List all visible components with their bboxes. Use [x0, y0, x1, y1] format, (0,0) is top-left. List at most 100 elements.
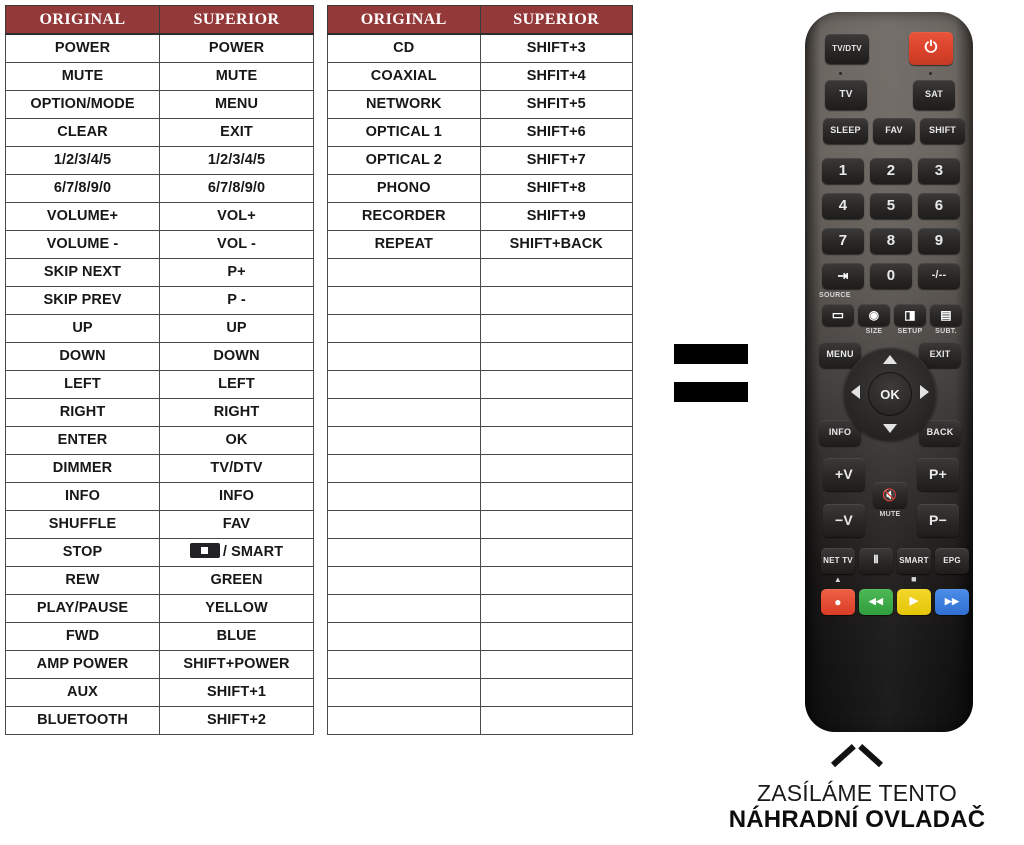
- button-size[interactable]: ◉: [858, 304, 890, 326]
- cell-original: [327, 678, 481, 707]
- button-rewind-green[interactable]: ◀◀: [859, 589, 893, 615]
- cell-superior: SHIFT+1: [159, 678, 314, 707]
- dpad[interactable]: OK: [844, 348, 936, 440]
- button-power[interactable]: ⏻: [909, 32, 953, 65]
- table-row: [327, 706, 633, 735]
- button-volume-up[interactable]: +V: [823, 458, 865, 491]
- cell-superior: [479, 594, 633, 623]
- cell-superior: [479, 482, 633, 511]
- cell-original: LEFT: [5, 370, 160, 399]
- button-net-tv[interactable]: NET TV: [821, 548, 855, 574]
- cell-original: [327, 538, 481, 567]
- button-fav-label: FAV: [885, 125, 903, 136]
- button-program-up[interactable]: P+: [917, 458, 959, 491]
- header-original: ORIGINAL: [5, 5, 160, 35]
- table-row: [327, 482, 633, 511]
- button-fav[interactable]: FAV: [873, 118, 915, 144]
- button-tv[interactable]: TV: [825, 80, 867, 110]
- button-epg[interactable]: EPG: [935, 548, 969, 574]
- cell-original: OPTICAL 2: [327, 146, 481, 175]
- cell-superior-text: / SMART: [222, 544, 284, 560]
- cell-original: AUX: [5, 678, 160, 707]
- button-1-label: 1: [838, 162, 848, 180]
- button-volume-down-label: −V: [835, 512, 853, 529]
- button-tvdtv[interactable]: TV/DTV: [825, 34, 869, 64]
- cell-superior: [479, 650, 633, 679]
- button-5[interactable]: 5: [870, 193, 912, 219]
- button-7[interactable]: 7: [822, 228, 864, 254]
- cell-original: [327, 342, 481, 371]
- button-0[interactable]: 0: [870, 263, 912, 289]
- button-dash[interactable]: -/--: [918, 263, 960, 289]
- button-sleep-label: SLEEP: [830, 125, 861, 136]
- button-mute[interactable]: 🔇: [873, 482, 907, 508]
- button-smart[interactable]: SMART: [897, 548, 931, 574]
- button-subtitle[interactable]: ▤: [930, 304, 962, 326]
- button-volume-up-label: +V: [835, 466, 853, 483]
- cell-superior: [479, 286, 633, 315]
- cell-original: [327, 706, 481, 735]
- led-indicator-right: [929, 72, 932, 75]
- button-8[interactable]: 8: [870, 228, 912, 254]
- button-volume-down[interactable]: −V: [823, 504, 865, 537]
- button-sleep[interactable]: SLEEP: [823, 118, 868, 144]
- table-row: RECORDER SHIFT+9: [327, 202, 633, 231]
- button-3[interactable]: 3: [918, 158, 960, 184]
- button-play-yellow[interactable]: ▶: [897, 589, 931, 615]
- header-superior: SUPERIOR: [479, 5, 633, 35]
- button-4-label: 4: [838, 197, 848, 215]
- table-row: SHUFFLE FAV: [5, 510, 314, 539]
- button-aspect[interactable]: ▭: [822, 304, 854, 326]
- cell-original: DIMMER: [5, 454, 160, 483]
- cell-superior: 6/7/8/9/0: [159, 174, 314, 203]
- label-source: SOURCE: [819, 292, 851, 299]
- cell-superior: SHIFT+2: [159, 706, 314, 735]
- button-source[interactable]: ⇥: [822, 263, 864, 289]
- dpad-up-arrow-icon[interactable]: [883, 355, 897, 364]
- table-row: [327, 622, 633, 651]
- button-program-up-label: P+: [929, 466, 947, 483]
- button-6[interactable]: 6: [918, 193, 960, 219]
- cell-original: [327, 398, 481, 427]
- table-row: OPTICAL 1 SHIFT+6: [327, 118, 633, 147]
- cell-superior: [479, 538, 633, 567]
- cell-superior: [479, 370, 633, 399]
- button-forward-blue[interactable]: ▶▶: [935, 589, 969, 615]
- button-sat[interactable]: SAT: [913, 80, 955, 110]
- button-ok[interactable]: OK: [868, 372, 912, 416]
- button-4[interactable]: 4: [822, 193, 864, 219]
- dpad-down-arrow-icon[interactable]: [883, 424, 897, 433]
- dpad-right-arrow-icon[interactable]: [920, 385, 929, 399]
- button-setup[interactable]: ◨: [894, 304, 926, 326]
- button-3-label: 3: [934, 162, 944, 180]
- label-eject-icon: ▲: [833, 575, 843, 584]
- table-row: NETWORK SHFIT+5: [327, 90, 633, 119]
- button-pause[interactable]: Ⅱ: [859, 548, 893, 574]
- button-2[interactable]: 2: [870, 158, 912, 184]
- table-row: [327, 286, 633, 315]
- table-row: [327, 454, 633, 483]
- cell-superior: BLUE: [159, 622, 314, 651]
- cell-original: COAXIAL: [327, 62, 481, 91]
- table-row: VOLUME+ VOL+: [5, 202, 314, 231]
- rewind-icon: ◀◀: [868, 596, 884, 607]
- caption-line-2: NÁHRADNÍ OVLADAČ: [728, 806, 986, 834]
- power-icon: ⏻: [924, 39, 938, 57]
- cell-original: CD: [327, 33, 481, 63]
- table-row: CD SHIFT+3: [327, 33, 633, 63]
- button-program-down[interactable]: P−: [917, 504, 959, 537]
- button-1[interactable]: 1: [822, 158, 864, 184]
- table-row: SKIP NEXT P+: [5, 258, 314, 287]
- cell-original: [327, 566, 481, 595]
- button-shift[interactable]: SHIFT: [920, 118, 965, 144]
- button-9[interactable]: 9: [918, 228, 960, 254]
- cell-original: [327, 510, 481, 539]
- cell-superior: [479, 706, 633, 735]
- cell-superior: LEFT: [159, 370, 314, 399]
- table-header-row: ORIGINAL SUPERIOR: [5, 5, 314, 35]
- dpad-left-arrow-icon[interactable]: [851, 385, 860, 399]
- button-record-red[interactable]: ●: [821, 589, 855, 615]
- button-back[interactable]: BACK: [919, 420, 961, 446]
- cell-superior: SHIFT+9: [479, 202, 633, 231]
- table-row: [327, 678, 633, 707]
